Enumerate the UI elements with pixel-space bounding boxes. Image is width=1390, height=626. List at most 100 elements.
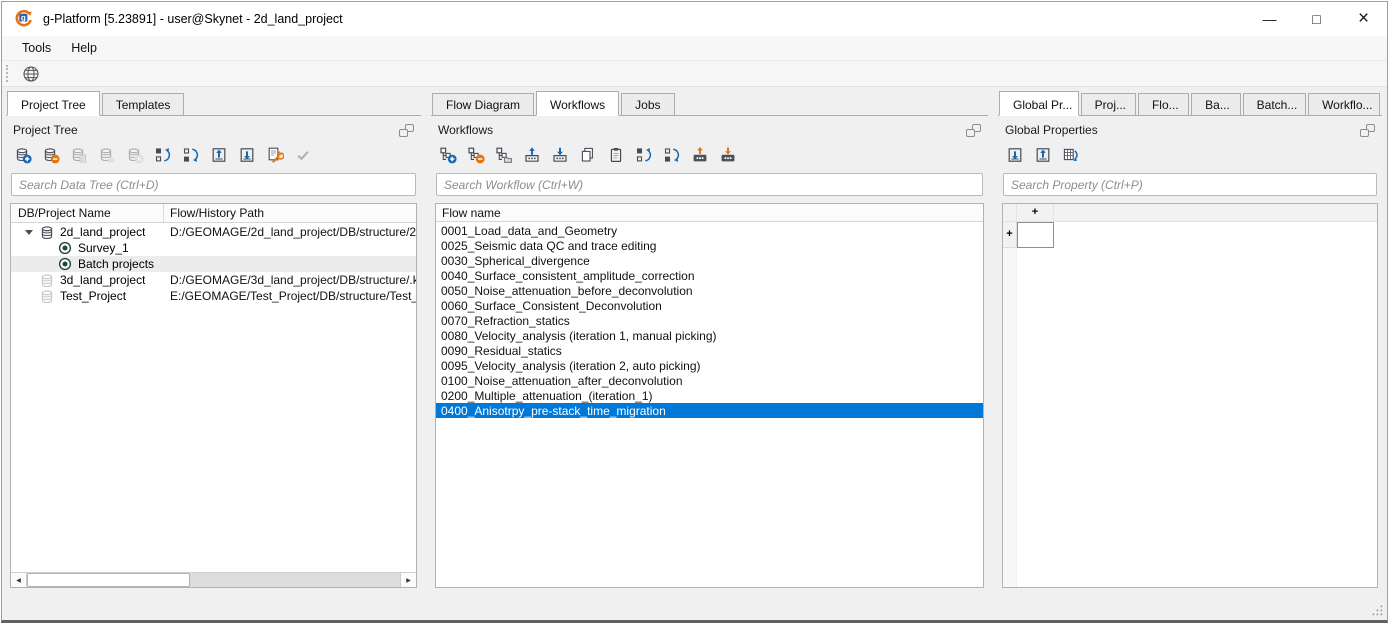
archive-import-icon[interactable] bbox=[717, 144, 739, 166]
scrollbar-thumb[interactable] bbox=[27, 573, 190, 587]
column-header-flow-history-path[interactable]: Flow/History Path bbox=[164, 204, 416, 222]
add-database-icon[interactable] bbox=[12, 144, 34, 166]
grid-row: + bbox=[1003, 222, 1377, 248]
export-properties-icon[interactable] bbox=[1032, 144, 1054, 166]
property-edit-cell[interactable] bbox=[1017, 222, 1054, 248]
left-panel-title: Project Tree bbox=[13, 123, 78, 137]
right-panel-header: Global Properties bbox=[1002, 119, 1378, 140]
tab-workflo[interactable]: Workflo... bbox=[1308, 93, 1380, 115]
tab-jobs[interactable]: Jobs bbox=[621, 93, 674, 115]
database-properties-icon[interactable] bbox=[68, 144, 90, 166]
grid-header-filler bbox=[1054, 204, 1377, 221]
float-panel-icon[interactable] bbox=[1360, 124, 1375, 137]
add-column-header[interactable]: + bbox=[1017, 204, 1054, 221]
remove-workflow-icon[interactable] bbox=[465, 144, 487, 166]
open-workflow-icon[interactable] bbox=[493, 144, 515, 166]
tree-item-path: E:/GEOMAGE/Test_Project/DB/structure/Tes… bbox=[164, 289, 416, 303]
workflow-list-item[interactable]: 0050_Noise_attenuation_before_deconvolut… bbox=[436, 283, 983, 298]
project-tree-toolbar bbox=[10, 142, 417, 168]
import-project-icon[interactable] bbox=[236, 144, 258, 166]
workflow-list: Flow name 0001_Load_data_and_Geometry002… bbox=[435, 203, 984, 588]
toolbar-grip[interactable] bbox=[6, 65, 12, 82]
globe-icon[interactable] bbox=[20, 63, 42, 85]
window-title: g-Platform [5.23891] - user@Skynet - 2d_… bbox=[43, 12, 343, 26]
apply-check-icon[interactable] bbox=[292, 144, 314, 166]
tab-project-tree[interactable]: Project Tree bbox=[7, 91, 100, 116]
scrollbar-track[interactable] bbox=[190, 573, 400, 587]
resize-grip-icon[interactable] bbox=[1370, 603, 1384, 617]
add-row-header[interactable]: + bbox=[1003, 222, 1017, 248]
properties-grid: + + bbox=[1002, 203, 1378, 588]
clear-database-icon[interactable] bbox=[124, 144, 146, 166]
scroll-right-icon[interactable]: ▶ bbox=[400, 573, 416, 587]
workflow-list-item[interactable]: 0001_Load_data_and_Geometry bbox=[436, 223, 983, 238]
validate-database-icon[interactable] bbox=[96, 144, 118, 166]
tab-flo[interactable]: Flo... bbox=[1138, 93, 1189, 115]
tree-item-label: 2d_land_project bbox=[60, 225, 145, 239]
expander-icon[interactable] bbox=[25, 230, 33, 239]
radio-icon bbox=[57, 256, 73, 272]
float-panel-icon[interactable] bbox=[399, 124, 414, 137]
tree-row[interactable]: Survey_1 bbox=[11, 240, 416, 256]
import-workflow-icon[interactable] bbox=[549, 144, 571, 166]
column-header-db-project-name[interactable]: DB/Project Name bbox=[11, 204, 164, 222]
add-workflow-icon[interactable] bbox=[437, 144, 459, 166]
workflow-list-item[interactable]: 0090_Residual_statics bbox=[436, 343, 983, 358]
grid-corner bbox=[1003, 204, 1017, 221]
tab-flow-diagram[interactable]: Flow Diagram bbox=[432, 93, 534, 115]
center-tab-bar: Flow DiagramWorkflowsJobs bbox=[431, 91, 988, 116]
workflow-search-input[interactable] bbox=[436, 173, 983, 196]
reload-workflows-icon[interactable] bbox=[633, 144, 655, 166]
tab-workflows[interactable]: Workflows bbox=[536, 91, 619, 116]
project-tree-rows: 2d_land_projectD:/GEOMAGE/2d_land_projec… bbox=[11, 223, 416, 572]
app-logo-icon[interactable]: g bbox=[14, 9, 34, 29]
minimize-button[interactable]: — bbox=[1246, 2, 1293, 36]
export-project-icon[interactable] bbox=[208, 144, 230, 166]
refresh-properties-icon[interactable] bbox=[1060, 144, 1082, 166]
tab-global-pr[interactable]: Global Pr... bbox=[999, 91, 1079, 116]
paste-workflow-icon[interactable] bbox=[605, 144, 627, 166]
data-tree-search-input[interactable] bbox=[11, 173, 416, 196]
tab-ba[interactable]: Ba... bbox=[1191, 93, 1240, 115]
configure-icon[interactable] bbox=[264, 144, 286, 166]
archive-export-icon[interactable] bbox=[689, 144, 711, 166]
column-header-flow-name[interactable]: Flow name bbox=[436, 204, 983, 222]
workflow-list-item[interactable]: 0100_Noise_attenuation_after_deconvoluti… bbox=[436, 373, 983, 388]
table-header-row: DB/Project Name Flow/History Path bbox=[11, 204, 416, 223]
export-workflow-icon[interactable] bbox=[521, 144, 543, 166]
sync-tree-icon[interactable] bbox=[180, 144, 202, 166]
tab-batch[interactable]: Batch... bbox=[1243, 93, 1306, 115]
horizontal-scrollbar[interactable]: ◀ ▶ bbox=[11, 572, 416, 587]
menu-bar: ToolsHelp bbox=[2, 36, 1387, 60]
workflow-list-item[interactable]: 0080_Velocity_analysis (iteration 1, man… bbox=[436, 328, 983, 343]
scroll-left-icon[interactable]: ◀ bbox=[11, 573, 27, 587]
project-tree-dock: Project TreeTemplates Project Tree DB/Pr… bbox=[6, 91, 421, 591]
tab-proj[interactable]: Proj... bbox=[1081, 93, 1136, 115]
tree-row[interactable]: 2d_land_projectD:/GEOMAGE/2d_land_projec… bbox=[11, 224, 416, 240]
tree-row[interactable]: Test_ProjectE:/GEOMAGE/Test_Project/DB/s… bbox=[11, 288, 416, 304]
copy-workflow-icon[interactable] bbox=[577, 144, 599, 166]
workflow-list-item[interactable]: 0200_Multiple_attenuation_(iteration_1) bbox=[436, 388, 983, 403]
import-properties-icon[interactable] bbox=[1004, 144, 1026, 166]
close-button[interactable]: × bbox=[1340, 2, 1387, 36]
tree-row[interactable]: Batch projects bbox=[11, 256, 416, 272]
reload-tree-icon[interactable] bbox=[152, 144, 174, 166]
menu-item-tools[interactable]: Tools bbox=[12, 38, 61, 58]
menu-item-help[interactable]: Help bbox=[61, 38, 107, 58]
sync-workflows-icon[interactable] bbox=[661, 144, 683, 166]
workflow-list-item[interactable]: 0400_Anisotrpy_pre-stack_time_migration bbox=[436, 403, 983, 418]
radio-icon bbox=[57, 240, 73, 256]
property-search-input[interactable] bbox=[1003, 173, 1377, 196]
float-panel-icon[interactable] bbox=[966, 124, 981, 137]
tab-templates[interactable]: Templates bbox=[102, 93, 185, 115]
workflow-list-item[interactable]: 0040_Surface_consistent_amplitude_correc… bbox=[436, 268, 983, 283]
workflow-list-item[interactable]: 0095_Velocity_analysis (iteration 2, aut… bbox=[436, 358, 983, 373]
workflow-list-item[interactable]: 0025_Seismic data QC and trace editing bbox=[436, 238, 983, 253]
remove-database-icon[interactable] bbox=[40, 144, 62, 166]
workflow-list-item[interactable]: 0060_Surface_Consistent_Deconvolution bbox=[436, 298, 983, 313]
workflow-list-item[interactable]: 0030_Spherical_divergence bbox=[436, 253, 983, 268]
tree-row[interactable]: 3d_land_projectD:/GEOMAGE/3d_land_projec… bbox=[11, 272, 416, 288]
maximize-button[interactable]: □ bbox=[1293, 2, 1340, 36]
grid-empty-area bbox=[1003, 248, 1377, 587]
workflow-list-item[interactable]: 0070_Refraction_statics bbox=[436, 313, 983, 328]
